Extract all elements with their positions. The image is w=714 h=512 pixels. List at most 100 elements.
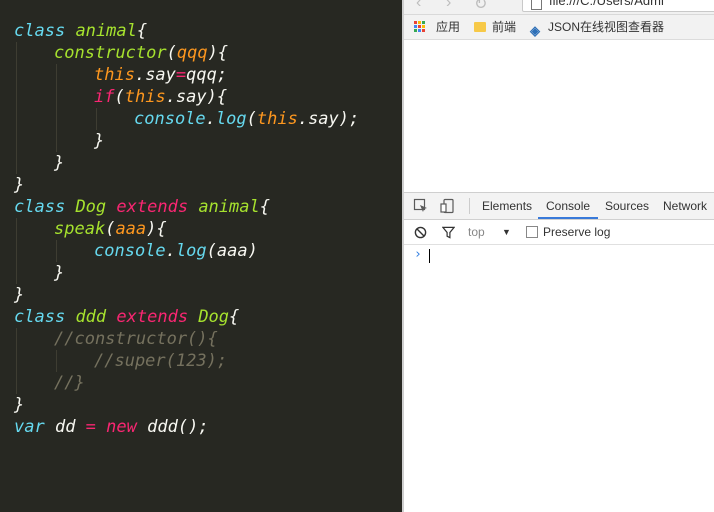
bookmark-label: 前端 [492, 20, 517, 34]
code-line: //} [14, 372, 359, 394]
indent-guide [56, 130, 57, 152]
code-text: } [14, 395, 24, 415]
page-viewport[interactable] [404, 40, 714, 192]
code-token: constructor [54, 43, 167, 63]
tab-elements[interactable]: Elements [482, 193, 532, 219]
code-token: ( [166, 43, 177, 63]
address-bar: ‹ › ↻ file:///C:/Users/Admi [404, 0, 714, 15]
code-line: } [14, 152, 359, 174]
filter-icon[interactable] [442, 226, 455, 239]
page-icon [531, 0, 542, 10]
indent-guide [56, 350, 57, 372]
indent-guide [56, 64, 57, 86]
code-token: //super(123); [94, 351, 228, 371]
code-token: aaa [115, 219, 147, 239]
indent-guide [96, 108, 97, 130]
code-token: this [256, 109, 298, 129]
code-token: dd [44, 417, 86, 437]
code-text: class Dog extends animal{ [14, 197, 270, 217]
code-token: ddd [75, 307, 107, 327]
bookmark-label: 应用 [436, 20, 461, 34]
code-text: } [14, 175, 24, 195]
back-icon[interactable]: ‹ [416, 0, 421, 12]
code-text: } [54, 263, 64, 283]
forward-icon[interactable]: › [446, 0, 451, 12]
indent-guide [56, 86, 57, 108]
code-line: var dd = new ddd(); [14, 416, 359, 438]
code-token: qqq; [186, 65, 228, 85]
preserve-log-checkbox[interactable] [526, 226, 538, 238]
code-line: class ddd extends Dog{ [14, 306, 359, 328]
tab-sources[interactable]: Sources [605, 193, 649, 219]
context-selector[interactable]: top [468, 220, 485, 244]
text-cursor [429, 249, 430, 263]
code-text: } [94, 131, 104, 151]
code-line: class animal{ [14, 20, 359, 42]
code-token: ddd(); [136, 417, 209, 437]
code-text: console.log(aaa) [94, 241, 258, 261]
code-token: } [94, 131, 105, 151]
code-token: console [94, 241, 166, 261]
code-token: } [54, 153, 65, 173]
code-token: speak [54, 219, 106, 239]
code-token: //constructor(){ [54, 329, 218, 349]
bookmark-apps[interactable]: 应用 [414, 15, 460, 39]
code-line: if(this.say){ [14, 86, 359, 108]
code-token: extends [116, 197, 189, 217]
toolbar-divider [469, 198, 470, 214]
code-token: ){ [207, 43, 229, 63]
code-token: .say){ [165, 87, 228, 107]
prompt-icon: › [414, 247, 422, 262]
reload-icon[interactable]: ↻ [474, 0, 487, 14]
chevron-down-icon[interactable]: ▼ [502, 220, 511, 244]
code-text: //super(123); [94, 351, 227, 371]
bookmark-frontend[interactable]: 前端 [474, 15, 516, 39]
code-line: } [14, 130, 359, 152]
indent-guide [56, 240, 57, 262]
code-token: class [14, 307, 66, 327]
apps-icon [414, 21, 425, 32]
code-text: class ddd extends Dog{ [14, 307, 239, 327]
code-line: } [14, 174, 359, 196]
code-token: class [14, 197, 66, 217]
code-token: class [14, 21, 66, 41]
bookmark-json-viewer[interactable]: ◈ JSON在线视图查看器 [530, 15, 664, 39]
code-token: ( [114, 87, 125, 107]
url-input[interactable]: file:///C:/Users/Admi [522, 0, 714, 12]
code-token: .say [134, 65, 176, 85]
code-text: class animal{ [14, 21, 147, 41]
console-input[interactable]: › [404, 245, 714, 265]
indent-guide [16, 240, 17, 262]
code-line: speak(aaa){ [14, 218, 359, 240]
indent-guide [16, 64, 17, 86]
code-token: var [14, 417, 45, 437]
code-token: { [136, 21, 148, 41]
inspect-element-icon[interactable] [413, 198, 429, 214]
code-text: var dd = new ddd(); [14, 417, 209, 437]
code-token: animal [75, 21, 137, 41]
code-token: { [229, 307, 240, 327]
code-line: console.log(aaa) [14, 240, 359, 262]
clear-console-icon[interactable] [414, 226, 427, 239]
code-line: } [14, 394, 359, 416]
bookmarks-bar: 应用 前端 ◈ JSON在线视图查看器 [404, 15, 714, 40]
code-editor[interactable]: class animal{constructor(qqq){this.say=q… [0, 0, 402, 512]
code-line: console.log(this.say); [14, 108, 359, 130]
code-token: { [259, 197, 270, 217]
bookmark-label: JSON在线视图查看器 [548, 20, 665, 34]
code-token: ( [105, 219, 116, 239]
tab-network[interactable]: Network [663, 193, 707, 219]
code-token: console [134, 109, 206, 129]
code-token: = [85, 417, 96, 437]
device-toolbar-icon[interactable] [440, 198, 456, 214]
tab-console[interactable]: Console [538, 193, 599, 219]
code-token: ( [246, 109, 257, 129]
code-token: //} [54, 373, 85, 393]
code-token: if [94, 87, 115, 107]
preserve-log-label: Preserve log [543, 225, 611, 239]
